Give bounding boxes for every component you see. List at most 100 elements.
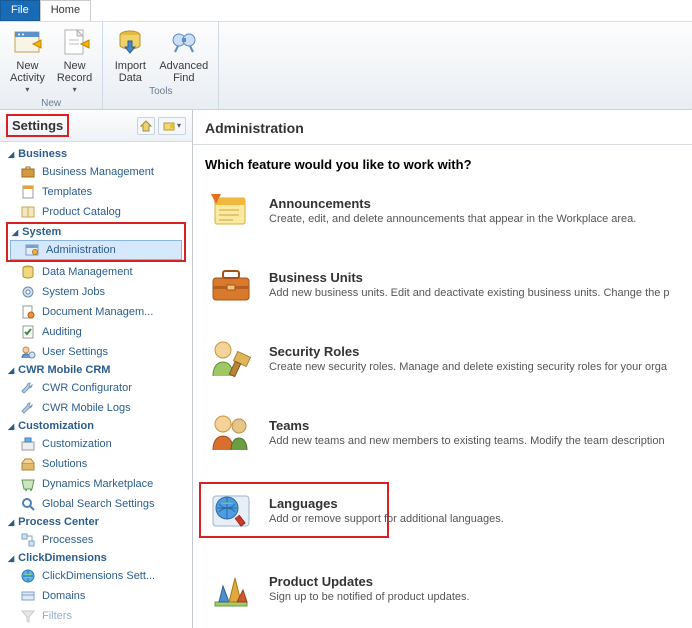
new-record-label: New Record [57,60,92,84]
nav-label: Domains [42,590,85,602]
feature-title: Announcements [269,196,678,211]
nav-label: System Jobs [42,286,105,298]
nav-section-clickdimensions[interactable]: ClickDimensions [0,550,192,566]
feature-desc: Add new teams and new members to existin… [269,435,678,447]
nav-section-system[interactable]: System [10,224,182,240]
feature-product-updates[interactable]: Product Updates Sign up to be notified o… [205,564,680,612]
nav-label: CWR Mobile Logs [42,402,131,414]
feature-languages[interactable]: Languages Add or remove support for addi… [199,482,389,538]
admin-icon [24,242,40,258]
nav-label: Product Catalog [42,206,121,218]
nav-label: Auditing [42,326,82,338]
nav-label: Templates [42,186,92,198]
tab-file[interactable]: File [0,0,40,21]
recent-button[interactable]: ▾ [158,117,186,135]
user-settings-icon [20,344,36,360]
feature-title: Teams [269,418,678,433]
sidebar-title: Settings [6,114,69,137]
new-activity-button[interactable]: New Activity▾ [4,24,51,98]
nav-label: Processes [42,534,93,546]
nav-section-business[interactable]: Business [0,146,192,162]
nav-tree: Business Business Management Templates P… [0,142,192,628]
nav-label: Business Management [42,166,154,178]
ribbon-group-label-new: New [4,98,98,110]
feature-desc: Create new security roles. Manage and de… [269,361,678,373]
nav-label: Filters [42,610,72,622]
nav-item-cwr-mobile-logs[interactable]: CWR Mobile Logs [0,398,192,418]
marketplace-icon [20,476,36,492]
advanced-find-icon [168,26,200,58]
nav-item-user-settings[interactable]: User Settings [0,342,192,362]
nav-item-customization[interactable]: Customization [0,434,192,454]
feature-desc: Sign up to be notified of product update… [269,591,678,603]
folder-star-icon [163,120,175,132]
chevron-down-icon: ▾ [25,84,29,96]
feature-desc: Create, edit, and delete announcements t… [269,213,678,225]
nav-section-customization[interactable]: Customization [0,418,192,434]
solutions-icon [20,456,36,472]
import-data-icon [114,26,146,58]
nav-label: Global Search Settings [42,498,155,510]
nav-label: Solutions [42,458,87,470]
feature-security-roles[interactable]: Security Roles Create new security roles… [205,334,680,382]
globe-icon [20,568,36,584]
nav-item-solutions[interactable]: Solutions [0,454,192,474]
feature-desc: Add new business units. Edit and deactiv… [269,287,678,299]
nav-item-domains[interactable]: Domains [0,586,192,606]
new-record-button[interactable]: New Record▾ [51,24,98,98]
auditing-icon [20,324,36,340]
nav-section-process-center[interactable]: Process Center [0,514,192,530]
new-activity-label: New Activity [10,60,45,84]
nav-label: User Settings [42,346,108,358]
nav-item-document-management[interactable]: Document Managem... [0,302,192,322]
nav-item-clickdimensions-settings[interactable]: ClickDimensions Sett... [0,566,192,586]
feature-announcements[interactable]: Announcements Create, edit, and delete a… [205,186,680,234]
nav-item-filters[interactable]: Filters [0,606,192,626]
feature-desc: Add or remove support for additional lan… [269,513,504,525]
nav-item-templates[interactable]: Templates [0,182,192,202]
nav-item-processes[interactable]: Processes [0,530,192,550]
feature-title: Product Updates [269,574,678,589]
process-icon [20,532,36,548]
document-icon [20,304,36,320]
nav-label: CWR Configurator [42,382,132,394]
nav-section-cwr[interactable]: CWR Mobile CRM [0,362,192,378]
new-record-icon [59,26,91,58]
nav-item-global-search-settings[interactable]: Global Search Settings [0,494,192,514]
nav-item-system-jobs[interactable]: System Jobs [0,282,192,302]
nav-item-business-management[interactable]: Business Management [0,162,192,182]
tab-home[interactable]: Home [40,0,91,21]
prompt-heading: Which feature would you like to work wit… [205,157,680,172]
advanced-find-button[interactable]: Advanced Find [153,24,214,86]
import-data-label: Import Data [115,60,146,84]
advanced-find-label: Advanced Find [159,60,208,84]
feature-business-units[interactable]: Business Units Add new business units. E… [205,260,680,308]
business-units-icon [207,262,255,306]
nav-label: Data Management [42,266,133,278]
highlight-box-system: System Administration [6,222,186,262]
home-icon [140,120,152,132]
import-data-button[interactable]: Import Data [107,24,153,86]
sidebar: Settings ▾ Business Business Management … [0,110,193,628]
wrench-icon [20,380,36,396]
product-updates-icon [207,566,255,610]
nav-item-product-catalog[interactable]: Product Catalog [0,202,192,222]
ribbon-group-tools: Import Data Advanced Find Tools [103,22,219,109]
announcements-icon [207,188,255,232]
security-roles-icon [207,336,255,380]
nav-item-administration[interactable]: Administration [10,240,182,260]
template-icon [20,184,36,200]
nav-item-auditing[interactable]: Auditing [0,322,192,342]
languages-icon [207,488,255,532]
nav-item-dynamics-marketplace[interactable]: Dynamics Marketplace [0,474,192,494]
nav-item-cwr-configurator[interactable]: CWR Configurator [0,378,192,398]
customize-icon [20,436,36,452]
home-icon-button[interactable] [137,117,155,135]
nav-item-data-management[interactable]: Data Management [0,262,192,282]
nav-label: ClickDimensions Sett... [42,570,155,582]
new-activity-icon [11,26,43,58]
feature-teams[interactable]: Teams Add new teams and new members to e… [205,408,680,456]
ribbon-tabs: File Home [0,0,692,22]
nav-label: Administration [46,244,116,256]
search-icon [20,496,36,512]
